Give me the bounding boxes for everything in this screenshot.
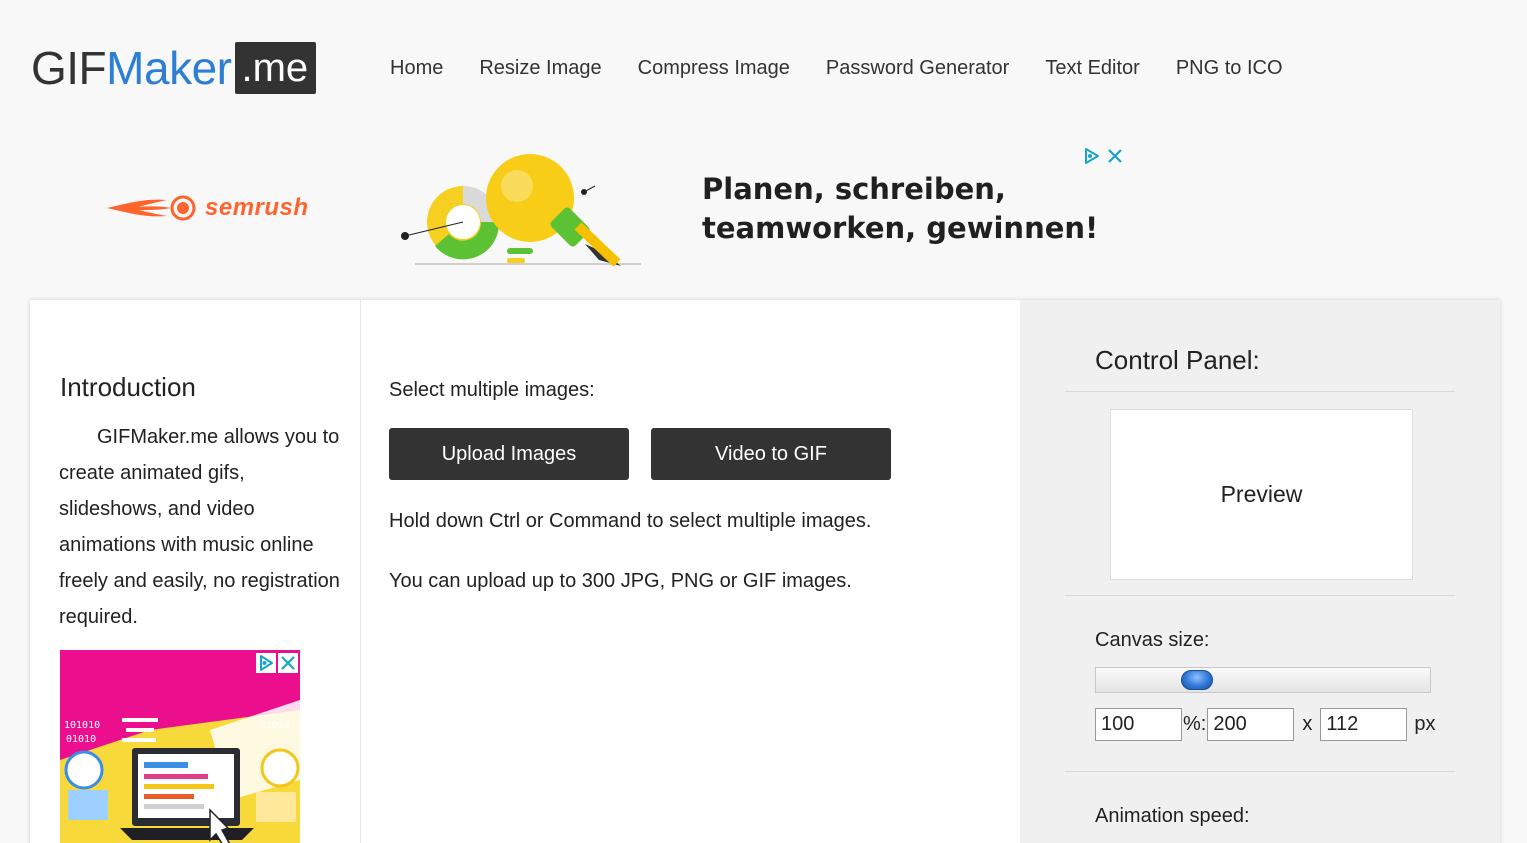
nav-compress-image[interactable]: Compress Image [638,55,790,81]
canvas-size-label: Canvas size: [1095,629,1210,651]
multi-select-hint: Hold down Ctrl or Command to select mult… [389,510,872,532]
video-to-gif-button[interactable]: Video to GIF [651,428,891,480]
upload-images-button[interactable]: Upload Images [389,428,629,480]
logo-text-me: .me [235,42,317,94]
divider [1065,391,1455,392]
canvas-height-input[interactable] [1320,708,1408,741]
ad-choices-icon[interactable] [1083,147,1101,165]
intro-text: GIFMaker.me allows you to create animate… [59,426,340,628]
canvas-percent-input[interactable] [1095,708,1182,741]
main-card: Introduction GIFMaker.me allows you to c… [30,300,1500,843]
side-ad-choices[interactable] [256,653,298,673]
side-banner-ad[interactable]: 101010 01010 01010 [60,650,300,843]
percent-separator: %: [1183,713,1207,735]
ad-headline-line1: Planen, schreiben, [702,172,1006,206]
ad-headline: Planen, schreiben, teamworken, gewinnen! [702,170,1122,248]
preview-label: Preview [1220,481,1303,507]
logo-text-gif: GIF [31,42,107,94]
ad-close-icon[interactable] [1107,148,1123,164]
side-ad-illustration: 101010 01010 01010 [60,700,300,843]
canvas-width-input[interactable] [1207,708,1295,741]
site-header: GIF Maker .me Home Resize Image Compress… [0,0,1527,130]
ad-headline-line2: teamworken, gewinnen! [702,211,1099,245]
nav-png-to-ico[interactable]: PNG to ICO [1176,55,1283,81]
binary-text-2: 01010 [66,734,96,745]
side-ad-close-icon[interactable] [278,653,298,673]
introduction-column: Introduction GIFMaker.me allows you to c… [30,300,361,843]
semrush-flame-icon [107,195,196,221]
intro-title: Introduction [60,372,196,402]
times-separator: x [1302,713,1313,735]
ad-lightbulb-illustration [395,148,645,273]
semrush-logo: semrush [105,194,309,222]
control-panel-title: Control Panel: [1095,345,1260,375]
nav-password-generator[interactable]: Password Generator [826,55,1009,81]
control-panel: Control Panel: Preview Canvas size: %: x… [1020,300,1500,843]
nav-text-editor[interactable]: Text Editor [1045,55,1139,81]
canvas-size-slider[interactable] [1095,667,1431,693]
upload-column: Select multiple images: Upload Images Vi… [361,300,1020,843]
semrush-wordmark: semrush [205,194,309,221]
ad-choices[interactable] [1083,147,1123,165]
canvas-size-slider-handle[interactable] [1181,670,1213,690]
canvas-size-inputs: %: x px [1095,708,1435,741]
select-images-label: Select multiple images: [389,379,595,401]
unit-label: px [1414,713,1436,735]
upload-limit-hint: You can upload up to 300 JPG, PNG or GIF… [389,570,852,592]
top-banner-ad[interactable]: semrush Planen, schreiben, teamworken, g… [90,140,1140,290]
logo-text-maker: Maker [106,42,232,94]
side-ad-choices-icon[interactable] [256,653,276,673]
divider [1065,595,1455,596]
nav-resize-image[interactable]: Resize Image [479,55,601,81]
site-logo[interactable]: GIF Maker .me [31,42,317,94]
preview-area: Preview [1110,409,1413,580]
binary-text-1: 101010 [64,720,100,731]
animation-speed-label: Animation speed: [1095,805,1250,827]
divider [1065,771,1455,772]
nav-home[interactable]: Home [390,55,443,81]
main-nav: Home Resize Image Compress Image Passwor… [390,55,1319,81]
binary-text-3: 01010 [260,720,290,731]
